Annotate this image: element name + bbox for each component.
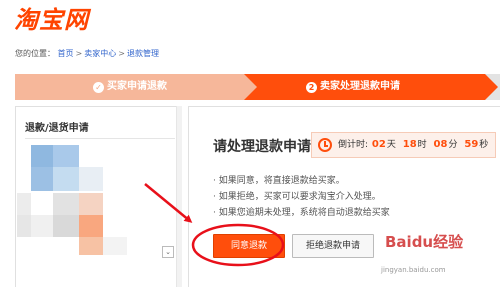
- taobao-logo[interactable]: 淘宝网: [14, 6, 89, 34]
- step-number-icon: 2: [306, 82, 317, 93]
- countdown-hours: 18: [402, 139, 417, 150]
- blur-tile: [53, 215, 79, 237]
- blur-tile: [31, 167, 53, 191]
- countdown-timer: 倒计时: 02天 18时 08分 59秒: [311, 132, 496, 158]
- clock-icon: [318, 138, 332, 152]
- blur-tile: [79, 193, 103, 215]
- refund-panel: 请处理退款申请 倒计时: 02天 18时 08分 59秒 · 如果同意，将直接退…: [188, 106, 500, 287]
- countdown-minutes-unit: 分: [448, 140, 458, 150]
- countdown-hours-unit: 时: [417, 140, 427, 150]
- chevron-down-icon[interactable]: ⌄: [162, 246, 174, 258]
- breadcrumb-separator: >: [75, 49, 83, 58]
- baidu-jingyan-watermark: Baidu经验: [385, 233, 464, 251]
- watermark-url: jingyan.baidu.com: [381, 266, 446, 274]
- step-1-label: 买家申请退款: [107, 81, 167, 92]
- breadcrumb-prefix: 您的位置：: [15, 49, 55, 58]
- blur-tile: [53, 145, 79, 167]
- sidebar-scrollbar[interactable]: [176, 106, 182, 287]
- step-1-label-group: ✓ 买家申请退款: [93, 74, 167, 100]
- countdown-seconds-unit: 秒: [479, 140, 489, 150]
- countdown-days: 02: [371, 139, 386, 150]
- progress-steps: ✓ 买家申请退款 2 卖家处理退款申请: [15, 74, 500, 100]
- countdown-label: 倒计时:: [338, 140, 369, 150]
- blurred-product-thumbnails: [17, 145, 137, 255]
- breadcrumb: 您的位置： 首页 > 卖家中心 > 退款管理: [15, 48, 159, 59]
- panel-title: 请处理退款申请: [213, 139, 311, 155]
- reject-refund-button[interactable]: 拒绝退款申请: [292, 234, 374, 258]
- sidebar-title: 退款/退货申请: [25, 123, 89, 134]
- blur-tile: [79, 167, 103, 191]
- breadcrumb-refund-management-link[interactable]: 退款管理: [127, 49, 159, 58]
- breadcrumb-seller-center-link[interactable]: 卖家中心: [84, 49, 116, 58]
- sidebar: 退款/退货申请 ⌄: [15, 106, 181, 287]
- blur-tile: [79, 215, 103, 237]
- agree-refund-button[interactable]: 同意退款: [213, 234, 285, 258]
- note-item: · 如果同意，将直接退款给买家。: [213, 176, 345, 186]
- blur-tile: [31, 145, 53, 167]
- countdown-seconds: 59: [464, 139, 479, 150]
- blur-tile: [53, 193, 79, 215]
- blur-tile: [53, 167, 79, 191]
- blur-tile: [79, 237, 103, 255]
- breadcrumb-home-link[interactable]: 首页: [58, 49, 74, 58]
- step-arrow: [485, 74, 498, 100]
- refund-notes: · 如果同意，将直接退款给买家。 · 如果拒绝，买家可以要求淘宝介入处理。 · …: [213, 173, 390, 221]
- note-item: · 如果拒绝，买家可以要求淘宝介入处理。: [213, 192, 381, 202]
- blur-tile: [17, 193, 31, 215]
- blur-tile: [17, 215, 31, 237]
- step-2-label: 卖家处理退款申请: [320, 81, 400, 92]
- step-arrow: [244, 74, 257, 100]
- countdown-text: 倒计时: 02天 18时 08分 59秒: [338, 133, 488, 157]
- step-2-label-group: 2 卖家处理退款申请: [306, 74, 400, 100]
- blur-tile: [31, 215, 53, 237]
- countdown-minutes: 08: [433, 139, 448, 150]
- note-item: · 如果您逾期未处理，系统将自动退款给买家: [213, 208, 390, 218]
- check-icon: ✓: [93, 82, 104, 93]
- countdown-days-unit: 天: [386, 140, 396, 150]
- divider: [25, 138, 175, 139]
- breadcrumb-separator: >: [118, 49, 125, 58]
- blur-tile: [103, 237, 127, 255]
